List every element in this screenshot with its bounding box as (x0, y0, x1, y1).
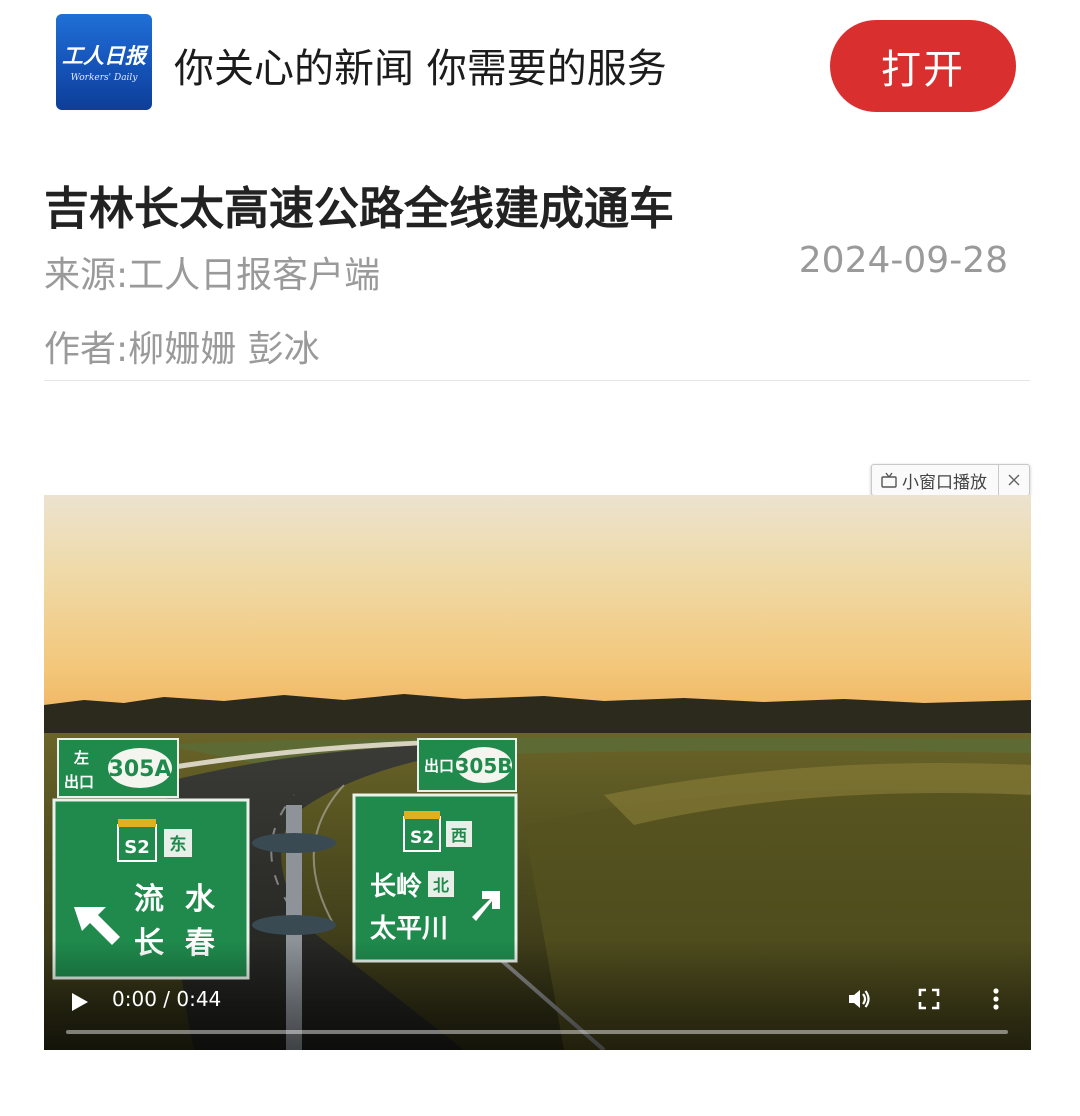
sign-right-dest1-suffix: 北 (433, 876, 449, 895)
more-vert-icon[interactable] (984, 984, 1008, 1014)
logo-text: 工人日报 (62, 43, 146, 68)
video-progress-bar[interactable] (66, 1030, 1008, 1034)
header-divider (44, 380, 1030, 381)
sign-left-tab-line1: 左 (73, 749, 89, 767)
video-controls: 0:00 / 0:44 (44, 940, 1031, 1050)
article-source: 来源:工人日报客户端 (44, 255, 381, 296)
volume-icon[interactable] (844, 984, 874, 1014)
sign-right-direction: 西 (451, 826, 467, 845)
logo-subtext: Workers' Daily (70, 73, 138, 83)
fullscreen-icon[interactable] (914, 984, 944, 1014)
play-icon[interactable] (64, 987, 94, 1017)
sign-left-exit-number: 305A (109, 757, 172, 782)
sign-left-route: S2 (124, 837, 150, 858)
sign-right-dest1: 长岭 (370, 872, 422, 902)
video-player[interactable]: 左 出口 305A S2 东 流 水 长 春 出口 305B S2 西 长岭 北… (44, 495, 1031, 1050)
sign-right-exit-number: 305B (456, 754, 513, 778)
mini-window-bar: 小窗口播放 (871, 464, 1030, 496)
article-date: 2024-09-28 (798, 240, 1008, 281)
app-download-banner: 工人日报 Workers' Daily 你关心的新闻 你需要的服务 打开 (0, 0, 1080, 124)
mini-window-button[interactable]: 小窗口播放 (872, 465, 998, 495)
tv-icon (881, 472, 897, 488)
mini-window-close-button[interactable] (998, 465, 1029, 495)
banner-tagline: 你关心的新闻 你需要的服务 (174, 46, 667, 92)
sign-right-tab: 出口 (424, 757, 454, 775)
sign-left-direction: 东 (170, 834, 187, 855)
close-icon (1008, 474, 1020, 486)
sign-left-tab-line2: 出口 (64, 773, 94, 791)
article-title: 吉林长太高速公路全线建成通车 (44, 182, 675, 235)
mini-window-label: 小窗口播放 (902, 472, 987, 493)
sign-left-dest1: 流 水 (134, 882, 216, 917)
sign-right-route: S2 (410, 828, 434, 848)
app-logo[interactable]: 工人日报 Workers' Daily (56, 14, 152, 110)
open-app-button[interactable]: 打开 (830, 20, 1016, 112)
video-time: 0:00 / 0:44 (112, 987, 222, 1011)
article-author: 作者:柳姗姗 彭冰 (44, 329, 320, 370)
